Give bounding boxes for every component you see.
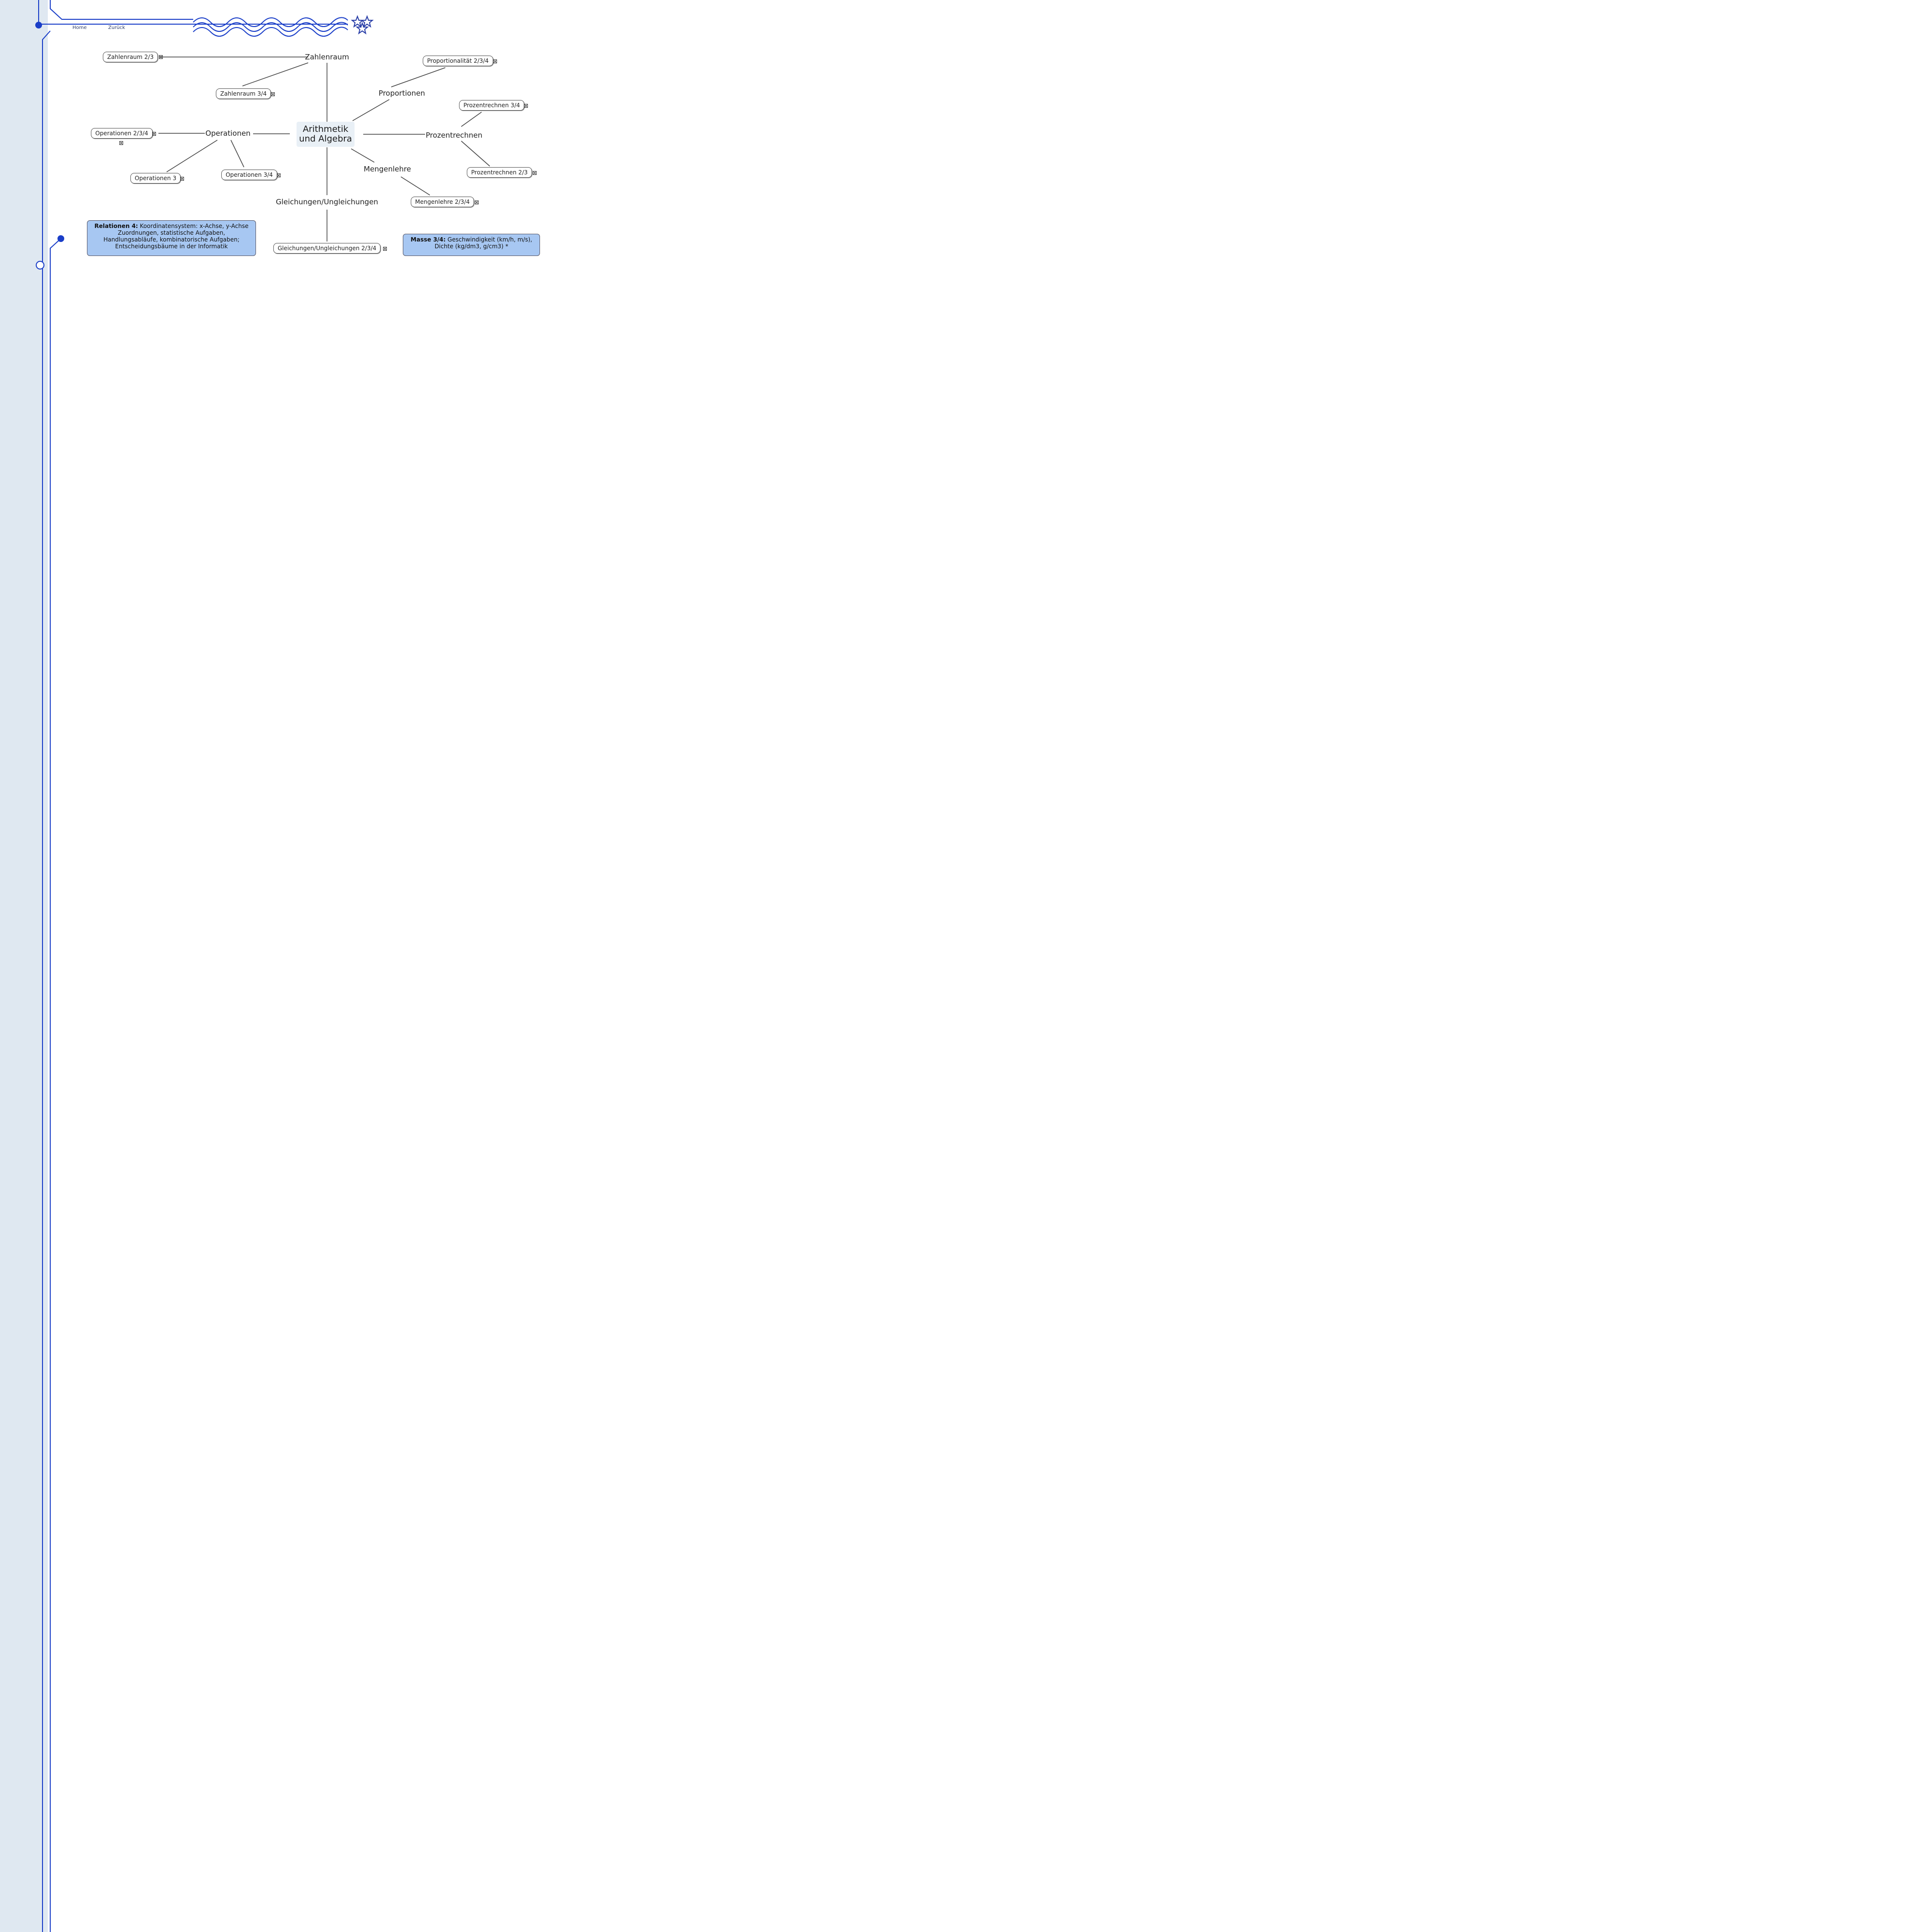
- mindmap-connectors: [158, 57, 490, 242]
- note-relationen[interactable]: Relationen 4: Koordinatensystem: x-Achse…: [87, 220, 256, 256]
- attachment-icon[interactable]: ⊠: [180, 176, 185, 182]
- note-masse-title: Masse 3/4:: [411, 236, 446, 243]
- topic-proportionen[interactable]: Proportionen: [379, 89, 425, 98]
- leaf-zahlenraum-23[interactable]: Zahlenraum 2/3: [102, 52, 158, 62]
- leaf-gleichungen-234[interactable]: Gleichungen/Ungleichungen 2/3/4: [273, 243, 381, 254]
- wire-decoration: [35, 0, 490, 1932]
- attachment-icon[interactable]: ⊠: [532, 170, 538, 176]
- leaf-operationen-34[interactable]: Operationen 3/4: [221, 170, 277, 180]
- leaf-operationen-234[interactable]: Operationen 2/3/4: [91, 128, 153, 139]
- wire-left-vertical: [42, 30, 51, 1932]
- nav-home-link[interactable]: Home: [72, 25, 87, 30]
- topic-gleichungen[interactable]: Gleichungen/Ungleichungen: [276, 198, 378, 206]
- node-dot-lower: [57, 235, 64, 242]
- attachment-icon[interactable]: ⊠: [524, 103, 529, 109]
- attachment-icon[interactable]: ⊠: [276, 172, 282, 178]
- leaf-operationen-3[interactable]: Operationen 3: [130, 173, 181, 184]
- attachment-icon[interactable]: ⊠: [158, 54, 164, 60]
- attachment-icon[interactable]: ⊠: [383, 246, 388, 252]
- leaf-mengenlehre-234[interactable]: Mengenlehre 2/3/4: [411, 197, 474, 207]
- wire-right-vertical: [50, 238, 61, 1932]
- leaf-prozentrechnen-23[interactable]: Prozentrechnen 2/3: [467, 167, 532, 178]
- node-dot-top: [35, 22, 42, 28]
- note-masse[interactable]: Masse 3/4: Geschwindigkeit (km/h, m/s), …: [403, 234, 540, 256]
- nav-back-link[interactable]: Zurück: [108, 25, 125, 30]
- wire-top-branch: [50, 0, 193, 20]
- node-ring: [36, 261, 44, 270]
- topic-prozentrechnen[interactable]: Prozentrechnen: [426, 131, 482, 140]
- root-topic[interactable]: Arithmetik und Algebra: [297, 122, 355, 147]
- attachment-icon[interactable]: ⊠: [493, 58, 498, 64]
- attachment-icon[interactable]: ⊠: [474, 199, 480, 205]
- attachment-icon[interactable]: ⊠: [152, 131, 157, 137]
- note-masse-text: Geschwindigkeit (km/h, m/s), Dichte (kg/…: [434, 236, 532, 250]
- wire-wave-1: [193, 17, 348, 27]
- topic-operationen[interactable]: Operationen: [205, 129, 250, 138]
- star-icon[interactable]: [351, 15, 374, 35]
- note-relationen-title: Relationen 4:: [94, 223, 138, 229]
- leaf-proportionalitaet-234[interactable]: Proportionalität 2/3/4: [423, 56, 493, 66]
- topic-mengenlehre[interactable]: Mengenlehre: [364, 165, 411, 173]
- attachment-icon[interactable]: ⊠: [119, 140, 125, 146]
- leaf-prozentrechnen-34[interactable]: Prozentrechnen 3/4: [459, 100, 525, 111]
- leaf-zahlenraum-34[interactable]: Zahlenraum 3/4: [215, 88, 271, 99]
- topic-zahlenraum[interactable]: Zahlenraum: [305, 53, 349, 61]
- attachment-icon[interactable]: ⊠: [270, 91, 276, 97]
